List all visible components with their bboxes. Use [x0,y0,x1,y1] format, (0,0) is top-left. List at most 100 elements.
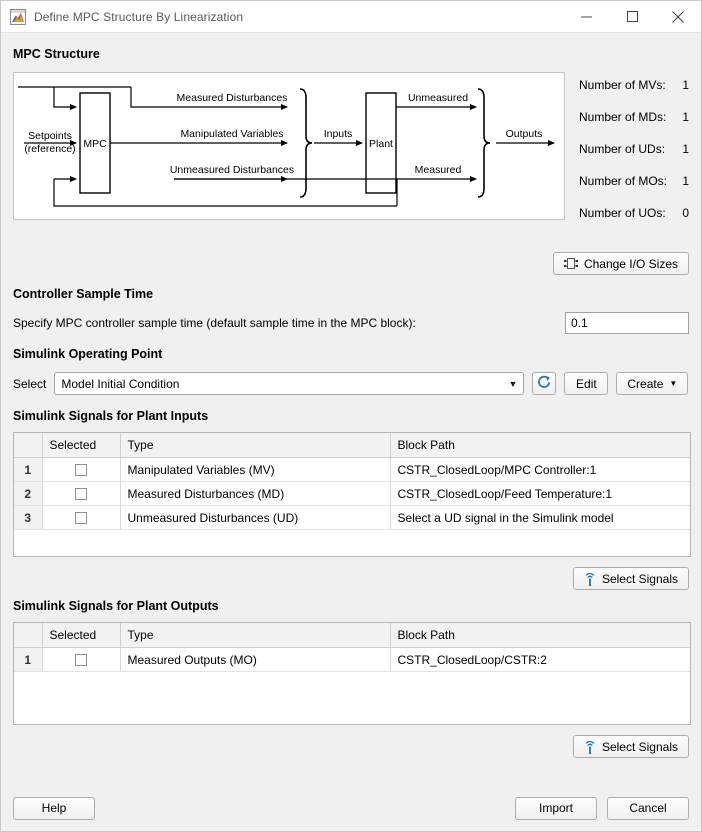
create-operating-point-button[interactable]: Create ▼ [616,372,688,395]
column-header-block-path: Block Path [390,623,690,648]
row-block-path: Select a UD signal in the Simulink model [390,506,690,530]
chevron-down-icon: ▼ [669,379,677,388]
signal-icon [584,572,596,586]
mpc-block-diagram: MPC Plant Setpoints (reference) Measured… [13,72,565,220]
plant-outputs-heading: Simulink Signals for Plant Outputs [13,599,689,613]
diagram-unmeasured-label: Unmeasured [408,92,468,104]
sample-time-heading: Controller Sample Time [13,287,689,301]
row-index: 2 [14,482,42,506]
io-count-value: 1 [675,142,689,156]
plant-inputs-heading: Simulink Signals for Plant Inputs [13,409,689,423]
io-count-label: Number of UOs: [579,206,666,220]
io-size-summary: Number of MVs: 1 Number of MDs: 1 Number… [579,72,689,238]
window-title: Define MPC Structure By Linearization [34,10,243,24]
io-count-row: Number of MOs: 1 [579,174,689,206]
minimize-button[interactable] [563,1,609,32]
diagram-ud-label: Unmeasured Disturbances [170,164,294,176]
operating-point-dropdown[interactable]: Model Initial Condition ▼ [54,372,524,395]
change-io-sizes-button[interactable]: Change I/O Sizes [553,252,689,275]
import-button-label: Import [539,801,573,815]
select-checkbox[interactable] [75,488,87,500]
diagram-md-label: Measured Disturbances [177,92,288,104]
select-signals-inputs-button[interactable]: Select Signals [573,567,689,590]
io-count-label: Number of MOs: [579,174,667,188]
create-button-label: Create [627,377,663,391]
import-button[interactable]: Import [515,797,597,820]
table-row[interactable]: 2 Measured Disturbances (MD) CSTR_Closed… [14,482,690,506]
diagram-plant-label: Plant [369,138,393,150]
sample-time-input[interactable]: 0.1 [565,312,689,334]
window-controls [563,1,701,32]
maximize-button[interactable] [609,1,655,32]
select-checkbox[interactable] [75,512,87,524]
row-checkbox-cell[interactable] [42,506,120,530]
table-header-row: Selected Type Block Path [14,623,690,648]
row-index: 3 [14,506,42,530]
io-count-row: Number of MVs: 1 [579,78,689,110]
table-empty-cell [14,530,690,557]
row-type: Unmeasured Disturbances (UD) [120,506,390,530]
row-checkbox-cell[interactable] [42,458,120,482]
plant-outputs-table: Selected Type Block Path 1 Measured Outp… [13,622,691,725]
help-button[interactable]: Help [13,797,95,820]
row-type: Measured Outputs (MO) [120,648,390,672]
help-button-label: Help [42,801,67,815]
table-row[interactable]: 1 Manipulated Variables (MV) CSTR_Closed… [14,458,690,482]
io-count-value: 1 [675,78,689,92]
column-header-type: Type [120,623,390,648]
row-type: Measured Disturbances (MD) [120,482,390,506]
diagram-mpc-label: MPC [83,138,107,150]
close-button[interactable] [655,1,701,32]
row-index: 1 [14,648,42,672]
plant-inputs-table: Selected Type Block Path 1 Manipulated V… [13,432,691,557]
row-checkbox-cell[interactable] [42,482,120,506]
chevron-down-icon: ▼ [508,379,517,389]
column-header-selected: Selected [42,433,120,458]
diagram-measured-label: Measured [415,164,462,176]
operating-point-heading: Simulink Operating Point [13,347,689,361]
structure-overview: MPC Plant Setpoints (reference) Measured… [13,72,689,238]
row-index: 1 [14,458,42,482]
select-checkbox[interactable] [75,654,87,666]
matlab-icon [10,9,26,25]
row-block-path: CSTR_ClosedLoop/Feed Temperature:1 [390,482,690,506]
table-empty-area [14,530,690,557]
io-count-row: Number of UOs: 0 [579,206,689,238]
io-count-value: 0 [675,206,689,220]
operating-point-value: Model Initial Condition [61,377,179,391]
row-block-path: CSTR_ClosedLoop/CSTR:2 [390,648,690,672]
change-io-sizes-label: Change I/O Sizes [584,257,678,271]
dialog-window: Define MPC Structure By Linearization MP… [0,0,702,832]
sample-time-description: Specify MPC controller sample time (defa… [13,316,416,330]
io-count-value: 1 [675,174,689,188]
io-count-row: Number of UDs: 1 [579,142,689,174]
io-count-row: Number of MDs: 1 [579,110,689,142]
diagram-outputs-label: Outputs [506,128,543,140]
table-row[interactable]: 3 Unmeasured Disturbances (UD) Select a … [14,506,690,530]
select-checkbox[interactable] [75,464,87,476]
row-checkbox-cell[interactable] [42,648,120,672]
title-bar: Define MPC Structure By Linearization [1,1,701,33]
diagram-mv-label: Manipulated Variables [180,128,283,140]
io-count-value: 1 [675,110,689,124]
io-count-label: Number of MDs: [579,110,666,124]
cancel-button[interactable]: Cancel [607,797,689,820]
select-signals-outputs-label: Select Signals [602,740,678,754]
table-row[interactable]: 1 Measured Outputs (MO) CSTR_ClosedLoop/… [14,648,690,672]
signal-icon [584,740,596,754]
table-empty-area [14,672,690,725]
diagram-setpoints-line2: (reference) [24,143,75,155]
dialog-footer: Help Import Cancel [1,785,701,831]
table-empty-cell [14,672,690,725]
io-sizes-icon [564,257,578,270]
select-signals-inputs-label: Select Signals [602,572,678,586]
column-header-block-path: Block Path [390,433,690,458]
edit-operating-point-button[interactable]: Edit [564,372,608,395]
column-header-index [14,433,42,458]
diagram-setpoints-line1: Setpoints [28,130,72,142]
select-signals-outputs-button[interactable]: Select Signals [573,735,689,758]
diagram-inputs-label: Inputs [324,128,353,140]
refresh-button[interactable] [532,372,556,395]
edit-button-label: Edit [576,377,597,391]
io-count-label: Number of UDs: [579,142,665,156]
